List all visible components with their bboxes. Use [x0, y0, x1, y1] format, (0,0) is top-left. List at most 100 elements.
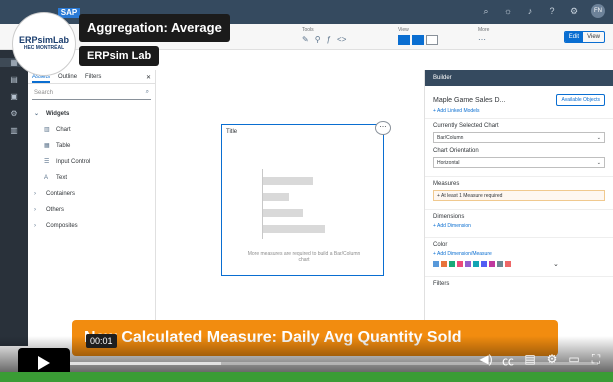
placeholder-bar	[263, 193, 289, 201]
story-canvas[interactable]: Title ⋯ More measures are required to bu…	[156, 50, 422, 346]
search-icon[interactable]: ⌕	[146, 89, 149, 96]
filters-section: Filters	[425, 276, 613, 294]
tree-item-input-control[interactable]: ☰ Input Control	[34, 154, 149, 170]
chart-widget[interactable]: Title ⋯ More measures are required to bu…	[221, 121, 391, 276]
tree-item-text[interactable]: A Text	[34, 170, 149, 186]
orientation-value: Horizontal	[437, 160, 460, 166]
settings-icon[interactable]: ⚙	[545, 352, 559, 369]
view-mode-button[interactable]: View	[583, 32, 604, 42]
bottom-strip	[0, 372, 613, 382]
color-palette[interactable]: ⌄	[433, 260, 605, 268]
search-icon[interactable]: ⌕	[481, 6, 491, 18]
toolbar-tools-group: Tools ✎ ⚲ ƒ <>	[302, 27, 346, 44]
text-icon: A	[44, 175, 49, 181]
more-label: More	[478, 27, 490, 33]
more-options-icon[interactable]: ⋯	[375, 121, 391, 135]
tree-group-containers[interactable]: › Containers	[34, 186, 149, 202]
empty-chart-message: More measures are required to build a Ba…	[247, 251, 361, 263]
add-dimension-link[interactable]: + Add Dimension	[433, 223, 605, 229]
color-swatch	[449, 261, 455, 267]
available-objects-button[interactable]: Available Objects	[556, 94, 605, 106]
scripts-nav-icon[interactable]: ⚙	[0, 109, 28, 118]
erpsim-logo: ERPsimLab HEC MONTRÉAL	[12, 12, 76, 76]
tree-item-label: Input Control	[56, 159, 91, 165]
video-title[interactable]: Aggregation: Average	[79, 14, 230, 42]
tree-item-chart[interactable]: ▥ Chart	[34, 122, 149, 138]
calendar-nav-icon[interactable]: ▥	[0, 126, 28, 135]
data-nav-icon[interactable]: ▤	[0, 75, 28, 84]
edit-mode-button[interactable]: Edit	[564, 32, 584, 42]
color-swatch	[433, 261, 439, 267]
add-linked-models-link[interactable]: + Add Linked Models	[425, 108, 613, 114]
color-swatch	[441, 261, 447, 267]
fullscreen-icon[interactable]: ⛶	[589, 352, 603, 369]
volume-icon[interactable]: ◀)	[479, 352, 493, 369]
tools-label: Tools	[302, 27, 314, 33]
chevron-down-icon: ⌄	[596, 135, 601, 141]
function-icon[interactable]: ƒ	[327, 35, 331, 44]
logo-line-1: ERPsimLab	[18, 35, 69, 45]
filter-icon[interactable]	[426, 35, 438, 45]
chart-type-value: Bar/Column	[437, 135, 464, 141]
color-swatch	[457, 261, 463, 267]
play-icon	[38, 356, 50, 370]
tab-outline[interactable]: Outline	[58, 74, 77, 83]
tree-item-label: Text	[56, 175, 68, 181]
placeholder-chart	[262, 169, 342, 244]
placeholder-bar	[263, 225, 325, 233]
captions-icon[interactable]: ㏄	[501, 352, 515, 369]
chevron-right-icon: ›	[34, 223, 36, 229]
pages-nav-icon[interactable]: ▣	[0, 92, 28, 101]
tree-group-label: Composites	[46, 223, 78, 229]
chevron-down-icon: ⌄	[596, 160, 601, 166]
avatar[interactable]: FN	[591, 4, 605, 18]
channel-name[interactable]: ERPsim Lab	[79, 46, 160, 66]
tree-group-others[interactable]: › Others	[34, 202, 149, 218]
edit-view-toggle: Edit View	[563, 31, 605, 43]
settings-icon[interactable]: ⚙	[569, 6, 579, 18]
color-swatch	[473, 261, 479, 267]
color-label: Color	[433, 242, 448, 248]
chart-title[interactable]: Title	[226, 129, 237, 135]
assets-panel: Assets Outline Filters ✕ Search ⌕ ⌄ Widg…	[28, 70, 156, 346]
builder-header: Builder	[425, 70, 613, 86]
view-group-label: View	[398, 27, 409, 33]
search-input[interactable]: Search ⌕	[32, 88, 151, 100]
close-icon[interactable]: ✕	[146, 74, 151, 83]
shell-actions: ⌕ ☼ ♪ ? ⚙ FN	[481, 4, 605, 18]
wand-icon[interactable]: ✎	[302, 35, 309, 44]
tree-group-label: Others	[46, 207, 65, 213]
tree-item-label: Table	[56, 143, 71, 149]
orientation-select[interactable]: Horizontal ⌄	[433, 157, 605, 168]
search-placeholder: Search	[34, 90, 54, 96]
transcript-icon[interactable]: ▤	[523, 352, 537, 369]
chevron-down-icon[interactable]: ⌄	[553, 260, 559, 268]
toolbar-more-group: More ⋯	[478, 27, 489, 44]
link-icon[interactable]: ⚲	[315, 35, 321, 44]
add-measure-warning[interactable]: + At least 1 Measure required	[433, 190, 605, 201]
color-swatch	[489, 261, 495, 267]
chart-type-select[interactable]: Bar/Column ⌄	[433, 132, 605, 143]
help-icon[interactable]: ?	[547, 6, 557, 18]
lightbulb-icon[interactable]: ☼	[503, 6, 513, 18]
dimensions-section: Dimensions + Add Dimension	[425, 209, 613, 233]
view-right-panel-button[interactable]	[412, 35, 424, 45]
tab-filters[interactable]: Filters	[85, 74, 101, 83]
more-icon[interactable]: ⋯	[478, 35, 486, 44]
tree-group-composites[interactable]: › Composites	[34, 218, 149, 234]
add-dimension-measure-link[interactable]: + Add Dimension/Measure	[433, 251, 605, 257]
orientation-label: Chart Orientation	[433, 148, 479, 154]
placeholder-bar	[263, 209, 303, 217]
logo-line-2: HEC MONTRÉAL	[23, 45, 65, 51]
model-name[interactable]: Maple Game Sales D...	[433, 97, 505, 104]
dimensions-label: Dimensions	[433, 214, 465, 220]
miniplayer-icon[interactable]: ▭	[567, 352, 581, 369]
builder-panel: Builder Maple Game Sales D... Available …	[424, 70, 613, 346]
code-icon[interactable]: <>	[337, 35, 346, 44]
view-left-panel-button[interactable]	[398, 35, 410, 45]
chart-icon: ▥	[44, 127, 50, 133]
notification-icon[interactable]: ♪	[525, 6, 535, 18]
measures-label: Measures	[433, 181, 460, 187]
tree-item-table[interactable]: ▦ Table	[34, 138, 149, 154]
tree-group-widgets[interactable]: ⌄ Widgets	[34, 106, 149, 122]
